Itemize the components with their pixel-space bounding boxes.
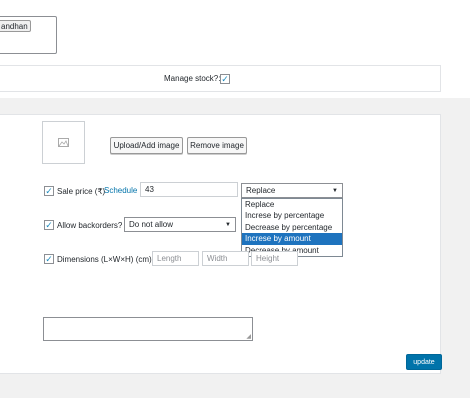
- length-placeholder: Length: [157, 254, 182, 263]
- sale-price-label: Sale price (₹): [57, 187, 106, 196]
- manage-stock-checkbox[interactable]: ✓: [220, 74, 230, 84]
- caret-down-icon: ▼: [225, 221, 231, 228]
- image-placeholder: [42, 121, 85, 164]
- tag-chip-label: andhan: [1, 21, 28, 31]
- dimensions-label: Dimensions (L×W×H) (cm): [57, 255, 152, 264]
- tag-chip[interactable]: andhan: [0, 20, 31, 32]
- dimensions-checkbox[interactable]: ✓: [44, 254, 54, 264]
- manage-stock-label: Manage stock?:: [164, 74, 221, 83]
- check-icon: ✓: [221, 73, 229, 84]
- caret-down-icon: ▼: [332, 187, 338, 194]
- height-input[interactable]: Height: [251, 251, 298, 266]
- remove-image-label: Remove image: [190, 141, 244, 150]
- sale-price-input[interactable]: 43: [140, 182, 238, 197]
- sale-price-checkbox[interactable]: ✓: [44, 186, 54, 196]
- backorders-label: Allow backorders?: [57, 221, 123, 230]
- backorders-checkbox[interactable]: ✓: [44, 220, 54, 230]
- price-action-select[interactable]: Replace ▼: [241, 183, 343, 198]
- upload-image-label: Upload/Add image: [113, 141, 180, 150]
- resize-handle-icon: ◢: [246, 334, 251, 340]
- check-icon: ✓: [45, 253, 53, 264]
- update-button[interactable]: update: [406, 354, 442, 370]
- check-icon: ✓: [45, 219, 53, 230]
- remove-image-button[interactable]: Remove image: [187, 137, 247, 154]
- height-placeholder: Height: [256, 254, 280, 263]
- backorders-selected: Do not allow: [129, 220, 174, 229]
- length-input[interactable]: Length: [152, 251, 199, 266]
- notes-textarea[interactable]: ◢: [43, 317, 253, 341]
- schedule-link[interactable]: Schedule: [104, 186, 137, 195]
- check-icon: ✓: [45, 185, 53, 196]
- option-increase-amount[interactable]: Increse by amount: [242, 233, 342, 245]
- price-action-options: Replace Increse by percentage Decrease b…: [241, 198, 343, 257]
- option-decrease-percentage[interactable]: Decrease by percentage: [242, 222, 342, 233]
- image-icon: [58, 138, 69, 147]
- sale-price-value: 43: [145, 185, 154, 194]
- upload-image-button[interactable]: Upload/Add image: [110, 137, 183, 154]
- price-action-selected: Replace: [246, 186, 276, 195]
- option-increase-percentage[interactable]: Increse by percentage: [242, 210, 342, 221]
- update-label: update: [413, 358, 435, 366]
- backorders-select[interactable]: Do not allow ▼: [124, 217, 236, 232]
- width-input[interactable]: Width: [202, 251, 249, 266]
- width-placeholder: Width: [207, 254, 228, 263]
- option-replace[interactable]: Replace: [242, 199, 342, 210]
